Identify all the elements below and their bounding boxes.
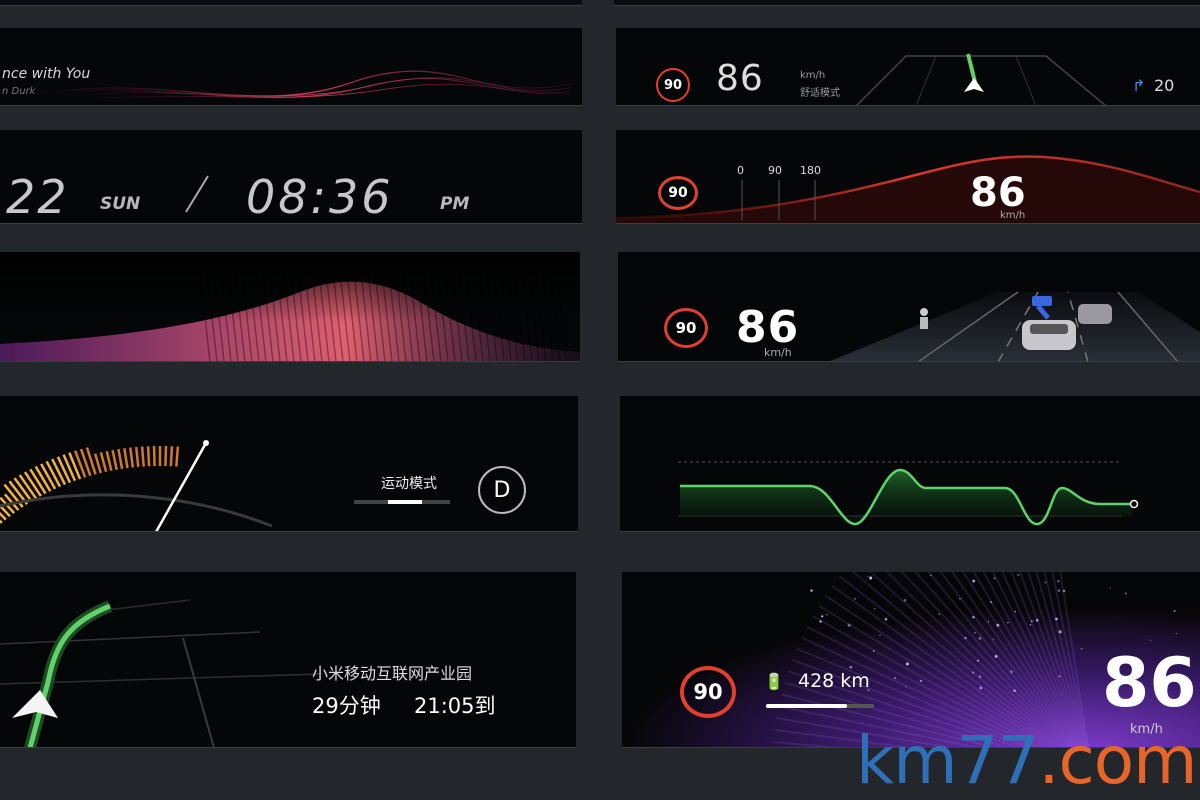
navigation-destination: 小米移动互联网产业园: [312, 664, 473, 683]
music-title: nce with You: [2, 66, 91, 82]
speed-tick-90: 90: [768, 164, 782, 177]
speed-limit-sign: 90: [664, 308, 708, 348]
speed-wave-panel: 90 0 90 180 86 km/h: [616, 130, 1200, 224]
panel-top-right-sliver: [614, 0, 1200, 6]
speed-limit-sign: 90: [656, 68, 690, 102]
watermark-logo: km77.com: [856, 722, 1198, 799]
navigation-arrival: 21:05到: [414, 694, 496, 718]
speed-limit-sign: 90: [680, 666, 736, 718]
audio-visualizer-graphic: [0, 252, 580, 361]
clock-time: 08:36: [246, 170, 394, 224]
sport-mode-panel: 运动模式 D: [0, 396, 578, 532]
speed-unit: km/h: [800, 70, 826, 81]
turn-distance: 20: [1154, 76, 1175, 95]
other-vehicle-icon: [1078, 304, 1112, 324]
nav-speed-panel: 90 86 km/h 舒适模式 ↱ 20: [616, 28, 1200, 106]
lane-map-graphic: [855, 53, 1106, 105]
current-speed: 86: [1102, 644, 1197, 723]
cyclist-icon: [920, 308, 928, 316]
energy-graph-panel: [620, 396, 1200, 532]
music-panel[interactable]: nce with You n Durk: [0, 28, 582, 106]
gear-indicator: D: [478, 466, 526, 514]
speed-tick-180: 180: [800, 164, 821, 177]
drive-mode: 舒适模式: [800, 88, 840, 99]
watermark-text-a: km77: [856, 722, 1039, 799]
speed-limit-sign: 90: [658, 176, 698, 210]
music-artist: n Durk: [2, 86, 36, 97]
lead-vehicle-marker: [1032, 296, 1052, 306]
turn-arrow-icon: ↱: [1132, 76, 1146, 95]
navigation-map-graphic: [0, 599, 321, 747]
current-speed: 86: [716, 58, 764, 99]
visualizer-panel: [0, 252, 580, 362]
speed-unit: km/h: [764, 346, 792, 359]
range-bar-fill: [766, 704, 847, 708]
panel-top-left-sliver: [0, 0, 582, 6]
adas-road-graphic: [830, 291, 1200, 361]
watermark-text-b: .com: [1038, 722, 1198, 799]
speed-tick-0: 0: [737, 164, 744, 177]
navigation-eta: 29分钟: [312, 694, 381, 718]
speed-unit: km/h: [1000, 210, 1026, 221]
range-value: 428 km: [798, 670, 870, 692]
navigation-panel: 小米移动互联网产业园 29分钟 21:05到: [0, 572, 576, 748]
sport-mode-label: 运动模式: [381, 476, 437, 492]
navigation-arrow-icon: [964, 78, 984, 92]
adas-panel: 90 86 km/h: [618, 252, 1200, 362]
energy-line-graphic: [678, 461, 1139, 526]
speed-wave-graphic: [616, 155, 1200, 223]
clock-panel: 22 SUN 08:36 PM: [0, 130, 582, 224]
clock-ampm: PM: [440, 194, 470, 214]
battery-icon: 🔋: [764, 672, 784, 691]
